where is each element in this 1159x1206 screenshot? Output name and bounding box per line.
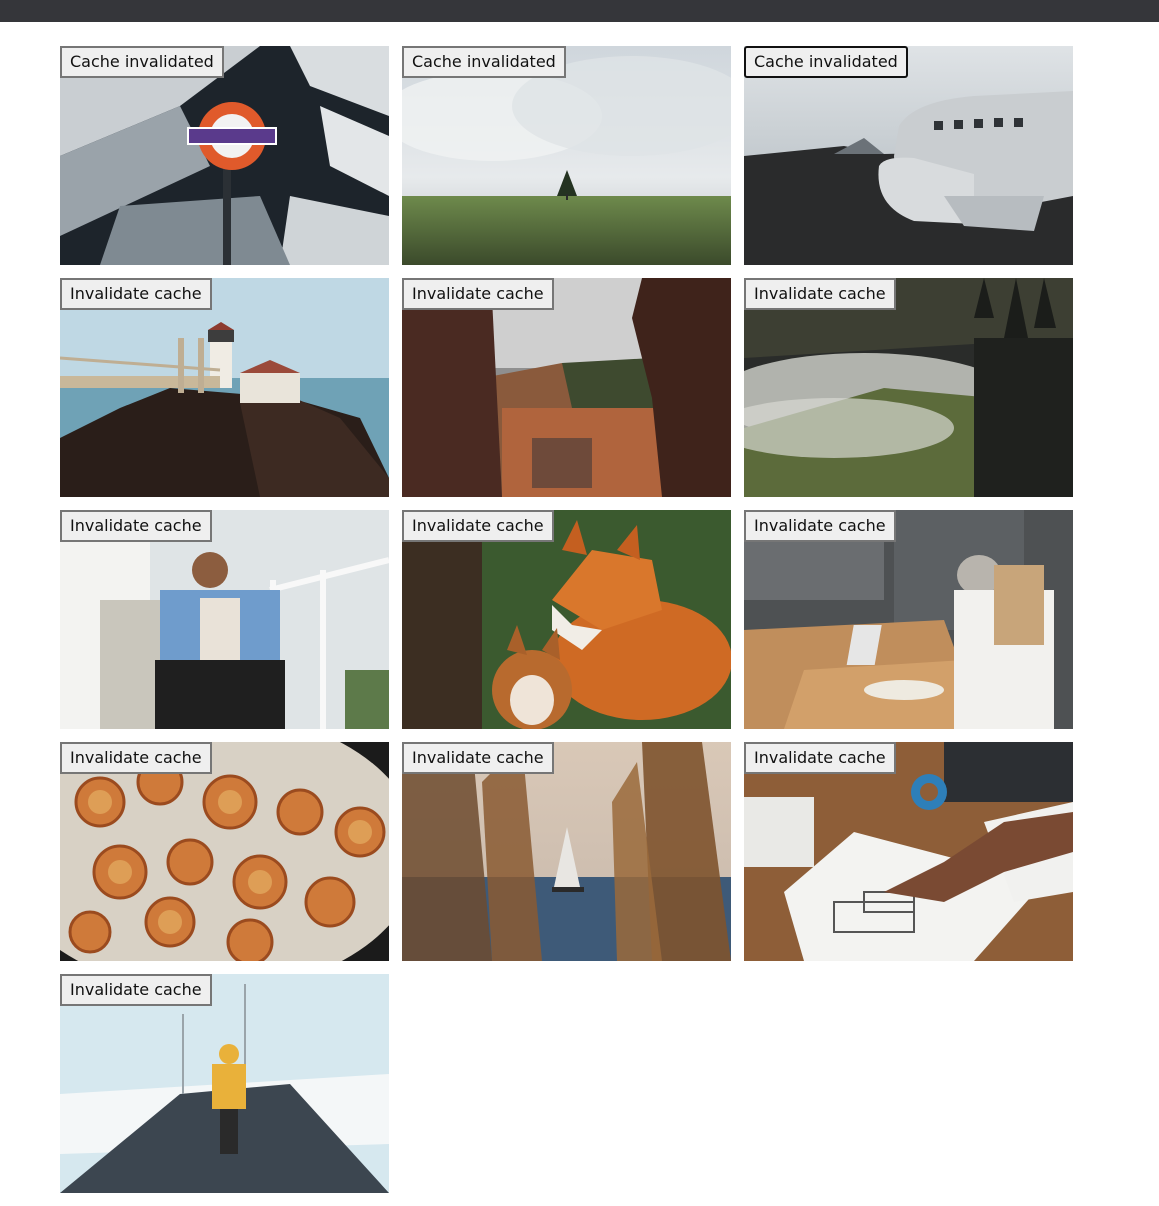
invalidate-cache-button[interactable]: Invalidate cache	[60, 278, 212, 310]
image-tile: Invalidate cache	[60, 510, 389, 729]
image-tile: Invalidate cache	[402, 510, 731, 729]
town-view-through-rocks-icon	[402, 278, 731, 497]
london-underground-sign-icon	[60, 46, 389, 265]
invalidate-cache-button[interactable]: Invalidate cache	[60, 510, 212, 542]
image-tile: Invalidate cache	[60, 278, 389, 497]
invalidate-cache-button[interactable]: Invalidate cache	[402, 742, 554, 774]
man-sitting-stairs-icon	[60, 510, 389, 729]
sailboat-sea-icon	[402, 742, 731, 961]
plane-wreck-black-beach-icon	[744, 46, 1073, 265]
invalidate-cache-button[interactable]: Invalidate cache	[60, 974, 212, 1006]
dried-citrus-slices-icon	[60, 742, 389, 961]
people-working-cafe-icon	[744, 510, 1073, 729]
lighthouse-bridge-cliff-icon	[60, 278, 389, 497]
invalidate-cache-button[interactable]: Invalidate cache	[60, 742, 212, 774]
image-tile: Invalidate cache	[744, 278, 1073, 497]
person-yellow-jacket-snowy-road-icon	[60, 974, 389, 1193]
image-tile: Invalidate cache	[60, 742, 389, 961]
lone-tree-cloudy-field-icon	[402, 46, 731, 265]
image-tile: Cache invalidated	[60, 46, 389, 265]
image-tile: Invalidate cache	[60, 974, 389, 1193]
invalidate-cache-button[interactable]: Cache invalidated	[744, 46, 908, 78]
invalidate-cache-button[interactable]: Invalidate cache	[744, 510, 896, 542]
invalidate-cache-button[interactable]: Cache invalidated	[60, 46, 224, 78]
foxes-icon	[402, 510, 731, 729]
misty-forest-hill-icon	[744, 278, 1073, 497]
invalidate-cache-button[interactable]: Invalidate cache	[402, 278, 554, 310]
image-tile: Cache invalidated	[402, 46, 731, 265]
invalidate-cache-button[interactable]: Invalidate cache	[744, 278, 896, 310]
invalidate-cache-button[interactable]: Cache invalidated	[402, 46, 566, 78]
invalidate-cache-button[interactable]: Invalidate cache	[744, 742, 896, 774]
image-tile: Invalidate cache	[744, 742, 1073, 961]
invalidate-cache-button[interactable]: Invalidate cache	[402, 510, 554, 542]
image-tile: Invalidate cache	[744, 510, 1073, 729]
architect-sketch-desk-icon	[744, 742, 1073, 961]
image-tile: Invalidate cache	[402, 278, 731, 497]
image-tile: Cache invalidated	[744, 46, 1073, 265]
image-grid: Cache invalidated Cache invalidated Cach…	[60, 46, 1073, 1193]
image-tile: Invalidate cache	[402, 742, 731, 961]
browser-top-bar	[0, 0, 1159, 22]
